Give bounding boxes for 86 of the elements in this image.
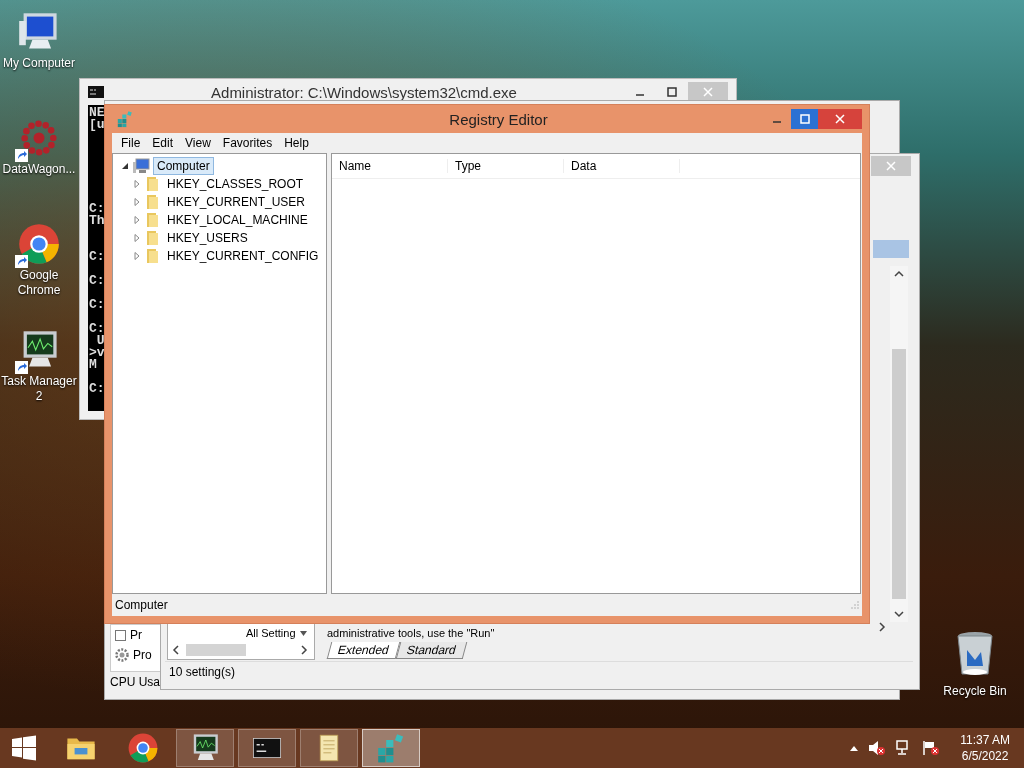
console-line: NE bbox=[89, 107, 105, 119]
folder-icon bbox=[144, 230, 160, 246]
caret-up-icon[interactable] bbox=[850, 745, 859, 751]
windows-logo-icon[interactable] bbox=[11, 735, 37, 761]
console-line: C: bbox=[89, 383, 105, 395]
cubes-icon bbox=[116, 110, 134, 128]
muted-speaker-icon[interactable] bbox=[868, 740, 887, 756]
folder-icon bbox=[144, 194, 160, 210]
status-text: 10 setting(s) bbox=[169, 664, 236, 679]
console-line: C: bbox=[89, 275, 105, 287]
time-text: 11:37 AM bbox=[960, 732, 1010, 748]
taskbar-button[interactable] bbox=[300, 729, 358, 767]
close-icon bbox=[703, 87, 713, 97]
maximize-icon bbox=[799, 114, 810, 124]
scroll-right-icon[interactable] bbox=[878, 622, 886, 632]
desktop-icon-label[interactable]: My Computer bbox=[1, 56, 77, 71]
gear-icon bbox=[115, 648, 129, 662]
column-header[interactable]: Data bbox=[564, 159, 680, 173]
scroll-down-icon[interactable] bbox=[894, 610, 904, 618]
caret-down-icon bbox=[299, 630, 307, 636]
window-title: Administrator: C:\Windows\system32\cmd.exe bbox=[210, 83, 518, 101]
tree-item[interactable]: HKEY_CURRENT_USER bbox=[163, 193, 310, 211]
date-text: 6/5/2022 bbox=[961, 748, 1009, 764]
menu-item[interactable]: View bbox=[179, 136, 217, 150]
window-title: Registry Editor bbox=[448, 110, 549, 128]
console-line: C: bbox=[89, 203, 105, 215]
tree-item[interactable]: HKEY_CLASSES_ROOT bbox=[163, 175, 308, 193]
collapsed-triangle-icon[interactable] bbox=[133, 180, 141, 188]
menu-item[interactable]: Favorites bbox=[216, 136, 279, 150]
collapsed-triangle-icon[interactable] bbox=[133, 216, 141, 224]
resize-grip-icon[interactable] bbox=[851, 601, 859, 609]
maximize-icon[interactable] bbox=[667, 87, 677, 97]
tree-item[interactable]: HKEY_USERS bbox=[163, 229, 252, 247]
column-header[interactable]: Name bbox=[332, 159, 448, 173]
close-icon bbox=[835, 114, 845, 124]
status-text: Computer bbox=[115, 598, 168, 612]
list-item[interactable]: Pr bbox=[130, 628, 142, 642]
menu-item[interactable]: File bbox=[115, 136, 147, 150]
console-line: C: bbox=[89, 323, 105, 335]
menu-item[interactable]: Help bbox=[278, 136, 315, 150]
checkbox[interactable] bbox=[115, 629, 126, 641]
description-text: administrative tools, use the "Run" bbox=[327, 627, 495, 639]
column-header[interactable]: Type bbox=[448, 159, 564, 173]
status-text: CPU Usa bbox=[110, 675, 160, 689]
collapsed-triangle-icon[interactable] bbox=[133, 234, 141, 242]
taskbar-button[interactable] bbox=[238, 729, 296, 767]
scroll-right-icon[interactable] bbox=[300, 645, 308, 655]
chrome-icon bbox=[17, 222, 61, 266]
console-line: Th bbox=[89, 215, 105, 227]
folder-icon bbox=[144, 248, 160, 264]
desktop-icon-label[interactable]: Task Manager 2 bbox=[1, 374, 77, 404]
desktop-icon-label[interactable]: DataWagon... bbox=[1, 162, 77, 177]
scroll-left-icon[interactable] bbox=[172, 645, 180, 655]
desktop-icon-label[interactable]: Google Chrome bbox=[1, 268, 77, 298]
computer-icon bbox=[132, 158, 150, 174]
vertical-scrollbar[interactable] bbox=[890, 266, 908, 622]
console-line: U bbox=[95, 335, 105, 347]
console-line: [u bbox=[89, 119, 105, 131]
maximize-button[interactable] bbox=[791, 109, 818, 129]
dropdown[interactable]: All Setting bbox=[246, 627, 307, 639]
console-line: C: bbox=[89, 251, 105, 263]
close-icon bbox=[886, 161, 896, 171]
clock[interactable]: 11:37 AM 6/5/2022 bbox=[960, 732, 1010, 764]
expanded-triangle-icon[interactable] bbox=[121, 162, 129, 170]
tab[interactable]: Extended bbox=[326, 642, 400, 659]
chrome-icon bbox=[127, 732, 159, 764]
collapsed-triangle-icon[interactable] bbox=[133, 252, 141, 260]
recycle-bin-icon bbox=[955, 630, 995, 678]
console-line: M bbox=[89, 359, 97, 371]
list-item[interactable]: Pro bbox=[133, 648, 152, 662]
taskbar-button[interactable] bbox=[176, 729, 234, 767]
collapsed-triangle-icon[interactable] bbox=[133, 198, 141, 206]
tab[interactable]: Standard bbox=[395, 642, 467, 659]
scroll-up-icon[interactable] bbox=[894, 270, 904, 278]
desktop-icon-label[interactable]: Recycle Bin bbox=[937, 684, 1013, 699]
flag-icon[interactable] bbox=[922, 740, 941, 756]
tree-item[interactable]: HKEY_LOCAL_MACHINE bbox=[163, 211, 312, 229]
terminal-icon bbox=[88, 86, 104, 98]
console-line: C: bbox=[89, 299, 105, 311]
horizontal-scrollbar[interactable] bbox=[172, 643, 308, 657]
tree-item[interactable]: Computer bbox=[153, 157, 214, 175]
folder-icon bbox=[144, 176, 160, 192]
tree-item[interactable]: HKEY_CURRENT_CONFIG bbox=[163, 247, 323, 265]
menu-item[interactable]: Edit bbox=[146, 136, 180, 150]
console-line: >v bbox=[89, 347, 105, 359]
folder-icon bbox=[144, 212, 160, 228]
